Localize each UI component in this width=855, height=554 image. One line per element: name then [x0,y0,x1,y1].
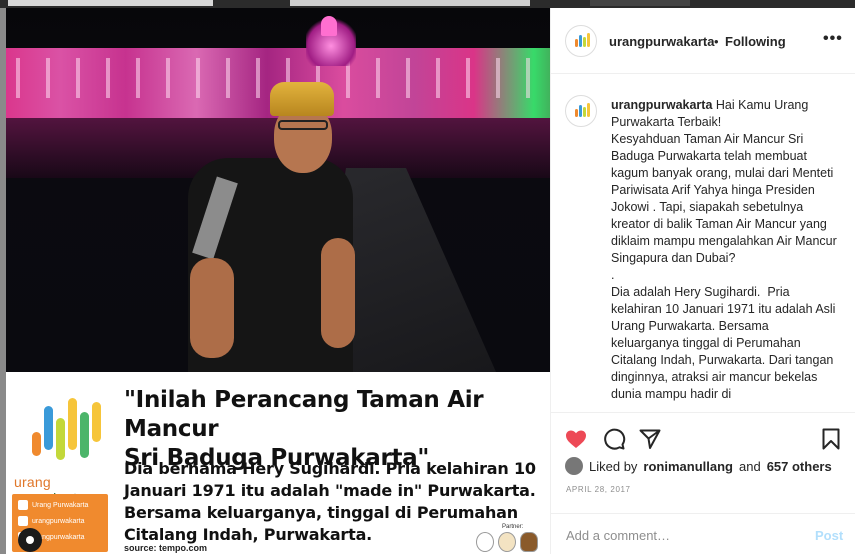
likes-prefix: Liked by [589,458,638,474]
post-comment-button[interactable]: Post [815,528,843,543]
comment-icon[interactable] [602,427,626,451]
likes-and: and [738,458,761,474]
comment-input[interactable]: Add a comment… [566,528,670,543]
background-text-bar [290,0,530,6]
headline-line: "Inilah Perancang Taman Air Mancur [124,387,484,442]
body-line: Bersama keluarganya, tinggal di Perumaha… [124,503,518,522]
man-arm-left [190,258,234,358]
tagged-users-icon[interactable] [18,528,42,552]
man-glasses [278,120,328,130]
following-button[interactable]: Following [725,34,786,49]
liker-username[interactable]: ronimanullang [643,459,733,474]
instagram-icon [18,516,28,526]
social-facebook-label: Urang Purwakarta [32,501,89,509]
share-icon[interactable] [638,427,662,451]
background-text-bar [8,0,213,6]
likes-others-link[interactable]: 657 others [767,459,832,474]
man-hat [270,82,334,116]
partner-logo [498,532,516,552]
fountain-tower-top [321,16,337,36]
partner-logo [520,532,538,552]
body-line: Januari 1971 itu adalah "made in" Purwak… [124,481,536,500]
comments-scroll[interactable]: urangpurwakarta Hai Kamu Urang Purwakart… [551,75,855,412]
post-header: urangpurwakarta • Following ••• [551,8,855,74]
caption-avatar[interactable] [565,95,597,127]
likes-summary: Liked by ronimanullang and 657 others [565,457,832,475]
body-line: Dia bernama Hery Sugihardi. Pria kelahir… [124,459,536,478]
caption-card: urang purwakarta Urang Purwakarta urangp… [6,372,550,554]
background-text-bar [590,0,690,6]
header-separator: • [714,34,719,49]
add-comment-bar: Add a comment… Post [551,513,855,554]
social-row-facebook: Urang Purwakarta [18,498,88,512]
liker-avatar[interactable] [565,457,583,475]
logo-text-urang: urang [14,474,51,490]
post-side-panel: urangpurwakarta • Following ••• urangpur… [550,8,855,554]
social-row-instagram: urangpurwakarta [18,514,85,528]
caption-text: urangpurwakarta Hai Kamu Urang Purwakart… [611,97,839,403]
heart-icon[interactable] [564,427,588,451]
post-date[interactable]: APRIL 28, 2017 [566,485,631,494]
avatar[interactable] [565,25,597,57]
caption-username[interactable]: urangpurwakarta [611,98,712,112]
man-arm-right [321,238,355,348]
partner-logo [476,532,494,552]
background-page-strip [0,0,855,8]
social-instagram-label: urangpurwakarta [32,517,85,525]
post-image[interactable]: urang purwakarta Urang Purwakarta urangp… [6,8,550,554]
image-source: source: tempo.com [124,543,208,553]
action-bar [551,412,855,462]
bookmark-icon[interactable] [819,427,843,451]
partner-logos [476,530,546,552]
header-username[interactable]: urangpurwakarta [609,34,714,49]
facebook-icon [18,500,28,510]
caption-body: Hai Kamu Urang Purwakarta Terbaik! Kesya… [611,98,837,401]
more-icon[interactable]: ••• [823,30,843,48]
